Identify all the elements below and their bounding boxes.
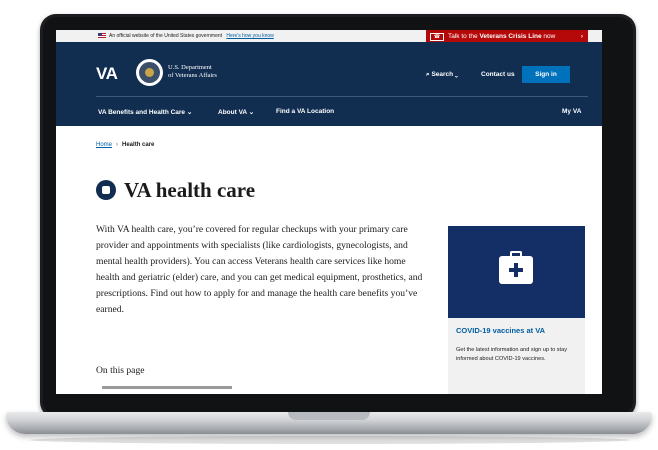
first-aid-kit-icon <box>499 251 533 284</box>
laptop-notch <box>288 412 370 420</box>
kit-cross-horizontal <box>509 268 523 272</box>
gov-banner-label: An official website of the United States… <box>109 33 223 39</box>
department-line-2: of Veterans Affairs <box>168 71 217 79</box>
crisis-line-icon: ☎ <box>430 33 444 41</box>
nav-find-location[interactable]: Find a VA Location <box>276 108 334 115</box>
intro-paragraph: With VA health care, you’re covered for … <box>96 224 423 315</box>
breadcrumb: Home › Health care <box>96 142 154 148</box>
va-seal-icon <box>136 59 163 86</box>
gov-banner-text: An official website of the United States… <box>109 33 274 39</box>
covid-promo-card: COVID-19 vaccines at VA Get the latest i… <box>448 226 585 394</box>
nav-divider <box>96 96 588 97</box>
breadcrumb-current: Health care <box>122 142 155 148</box>
department-line-1: U.S. Department <box>168 64 212 71</box>
us-flag-icon <box>98 33 106 38</box>
crisis-bold: Veterans Crisis Line <box>479 33 542 40</box>
search-button[interactable]: ⌕ Search ⌄ <box>426 71 458 79</box>
contact-us-link[interactable]: Contact us <box>481 71 515 78</box>
crisis-suffix: now <box>543 33 556 40</box>
sign-in-button[interactable]: Sign in <box>522 66 570 83</box>
nav-benefits-menu[interactable]: VA Benefits and Health Care ⌄ <box>98 108 192 116</box>
breadcrumb-home-link[interactable]: Home <box>96 142 112 148</box>
promo-image <box>448 226 585 318</box>
laptop-shadow <box>30 436 630 444</box>
on-this-page-heading: On this page <box>96 365 145 376</box>
nav-about-menu[interactable]: About VA ⌄ <box>218 108 254 116</box>
site-header: VA U.S. Department of Veterans Affairs ⌕… <box>56 42 602 126</box>
department-name: U.S. Department of Veterans Affairs <box>168 64 217 79</box>
crisis-prefix: Talk to the <box>448 33 478 40</box>
heres-how-you-know-link[interactable]: Here's how you know <box>226 33 273 39</box>
home-health-icon <box>96 180 116 200</box>
breadcrumb-separator: › <box>116 142 119 148</box>
laptop-screen: An official website of the United States… <box>56 30 602 394</box>
promo-description: Get the latest information and sign up t… <box>456 347 568 362</box>
page-title: VA health care <box>124 178 256 202</box>
covid-vaccines-link[interactable]: COVID-19 vaccines at VA <box>456 326 545 335</box>
nav-my-va[interactable]: My VA <box>562 108 581 115</box>
va-logo[interactable]: VA <box>96 64 118 84</box>
cut-off-link <box>102 386 232 389</box>
